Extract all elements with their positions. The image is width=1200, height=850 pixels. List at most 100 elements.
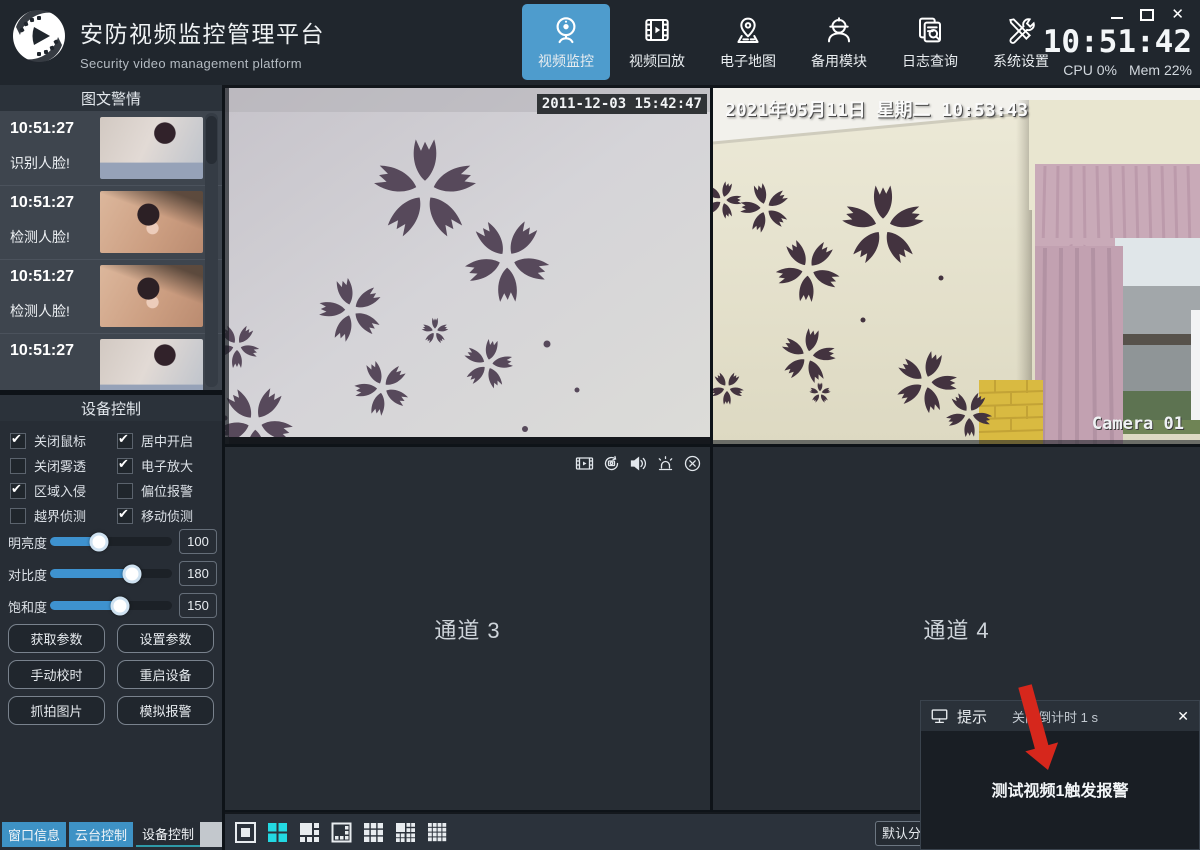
video-channel-2[interactable]: 2021年05月11日 星期二 10:53:43 Camera 01	[713, 88, 1200, 444]
simulate-alarm-button[interactable]: 模拟报警	[117, 696, 214, 725]
checkbox-icon[interactable]	[117, 458, 133, 474]
film-playback-icon	[641, 14, 673, 46]
tab-ptz-control[interactable]: 云台控制	[69, 822, 133, 847]
layout-1-icon[interactable]	[235, 822, 256, 843]
alarm-thumbnail[interactable]	[100, 117, 203, 179]
map-pin-icon	[732, 14, 764, 46]
worker-icon	[823, 14, 855, 46]
sidebar-tabs: 窗口信息 云台控制 设备控制	[2, 822, 200, 847]
checkbox-icon[interactable]	[10, 458, 26, 474]
alarm-list-item[interactable]: 10:51:27 识别人脸!	[0, 111, 222, 186]
channel2-timestamp: 2021年05月11日 星期二 10:53:43	[725, 96, 1028, 122]
slider-thumb[interactable]	[110, 596, 129, 615]
snapshot-icon[interactable]	[602, 454, 621, 473]
checkbox-cross-line[interactable]: 越界侦测	[10, 506, 86, 525]
close-circle-icon[interactable]	[683, 454, 702, 473]
contrast-slider-row: 对比度 180	[0, 561, 222, 585]
device-control-panel: 关闭鼠标 居中开启 关闭雾透 电子放大 区域入侵 偏位报警 越界侦测 移动侦测 …	[0, 421, 222, 850]
alarm-label: 检测人脸!	[10, 227, 70, 247]
alarm-time: 10:51:27	[10, 194, 74, 212]
reboot-device-button[interactable]: 重启设备	[117, 660, 214, 689]
nav-log-query[interactable]: 日志查询	[886, 4, 974, 80]
siren-icon[interactable]	[656, 454, 675, 473]
checkbox-icon[interactable]	[117, 508, 133, 524]
checkbox-icon[interactable]	[117, 433, 133, 449]
layout-6-icon[interactable]	[299, 822, 320, 843]
alarm-time: 10:51:27	[10, 342, 74, 360]
main-nav: 视频监控 视频回放 电子地图	[522, 4, 1065, 80]
manual-timing-button[interactable]: 手动校时	[8, 660, 105, 689]
channel1-video-frame	[225, 88, 710, 444]
channel1-timestamp: 2011-12-03 15:42:47	[537, 94, 707, 114]
layout-9-icon[interactable]	[363, 822, 384, 843]
maximize-icon[interactable]	[1140, 9, 1154, 21]
alarm-list-item[interactable]: 10:51:27	[0, 333, 222, 390]
brightness-slider[interactable]	[50, 537, 172, 546]
saturation-slider-row: 饱和度 150	[0, 593, 222, 617]
contrast-slider[interactable]	[50, 569, 172, 578]
page-title: 安防视频监控管理平台	[80, 15, 325, 49]
alarm-list-item[interactable]: 10:51:27 检测人脸!	[0, 185, 222, 260]
get-params-button[interactable]: 获取参数	[8, 624, 105, 653]
checkbox-close-mouse[interactable]: 关闭鼠标	[10, 431, 86, 450]
cpu-usage: CPU 0%	[1063, 62, 1117, 78]
checkbox-icon[interactable]	[10, 508, 26, 524]
slider-thumb[interactable]	[122, 564, 141, 583]
set-params-button[interactable]: 设置参数	[117, 624, 214, 653]
alarm-scrollbar[interactable]	[205, 113, 218, 387]
alarm-thumbnail[interactable]	[100, 265, 203, 327]
record-icon[interactable]	[575, 454, 594, 473]
saturation-value: 150	[179, 593, 217, 618]
scrollbar-thumb[interactable]	[206, 116, 217, 164]
video-channel-1[interactable]: 2011-12-03 15:42:47	[225, 88, 710, 444]
alarm-list: 10:51:27 识别人脸! 10:51:27 检测人脸! 10:51:27 检…	[0, 111, 222, 390]
nav-backup-module[interactable]: 备用模块	[795, 4, 883, 80]
nav-e-map[interactable]: 电子地图	[704, 4, 792, 80]
digital-clock: 10:51:42	[1043, 24, 1192, 60]
tab-window-info[interactable]: 窗口信息	[2, 822, 66, 847]
channel3-label: 通道 3	[225, 613, 710, 645]
checkbox-defog-off[interactable]: 关闭雾透	[10, 456, 86, 475]
layout-16-icon[interactable]	[427, 822, 448, 843]
checkbox-area-intrusion[interactable]: 区域入侵	[10, 481, 86, 500]
alarm-time: 10:51:27	[10, 268, 74, 286]
alarm-label: 识别人脸!	[10, 153, 70, 173]
checkbox-icon[interactable]	[10, 433, 26, 449]
speaker-icon[interactable]	[629, 454, 648, 473]
checkbox-icon[interactable]	[10, 483, 26, 499]
nav-video-playback[interactable]: 视频回放	[613, 4, 701, 80]
contrast-value: 180	[179, 561, 217, 586]
layout-8-icon[interactable]	[331, 822, 352, 843]
popup-countdown: 关闭倒计时 1 s	[1012, 707, 1098, 726]
alert-popup: 提示 关闭倒计时 1 s ✕ 测试视频1触发报警	[920, 700, 1200, 850]
slider-thumb[interactable]	[89, 532, 108, 551]
checkbox-center-open[interactable]: 居中开启	[117, 431, 193, 450]
tab-device-control[interactable]: 设备控制	[136, 822, 200, 847]
header-bar: 安防视频监控管理平台 Security video management pla…	[0, 0, 1200, 88]
brightness-slider-row: 明亮度 100	[0, 529, 222, 553]
system-stats: CPU 0% Mem 22%	[1063, 62, 1192, 78]
video-channel-3[interactable]: 通道 3	[225, 447, 710, 810]
window-controls: ✕	[1111, 8, 1184, 22]
snapshot-button[interactable]: 抓拍图片	[8, 696, 105, 725]
alarm-label: 检测人脸!	[10, 301, 70, 321]
title-block: 安防视频监控管理平台 Security video management pla…	[80, 15, 325, 71]
close-window-icon[interactable]: ✕	[1171, 8, 1184, 22]
alarm-list-item[interactable]: 10:51:27 检测人脸!	[0, 259, 222, 334]
minimize-icon[interactable]	[1111, 17, 1123, 19]
layout-4-icon[interactable]	[267, 822, 288, 843]
nav-video-monitor[interactable]: 视频监控	[522, 4, 610, 80]
brightness-value: 100	[179, 529, 217, 554]
alarm-thumbnail[interactable]	[100, 191, 203, 253]
alarm-thumbnail[interactable]	[100, 339, 203, 390]
log-search-icon	[914, 14, 946, 46]
checkbox-icon[interactable]	[117, 483, 133, 499]
checkbox-offset-alarm[interactable]: 偏位报警	[117, 481, 193, 500]
nav-label: 视频回放	[629, 51, 685, 71]
popup-close-icon[interactable]: ✕	[1177, 708, 1189, 725]
saturation-slider[interactable]	[50, 601, 172, 610]
camera-name-label: Camera 01	[1092, 414, 1184, 434]
layout-13-icon[interactable]	[395, 822, 416, 843]
checkbox-motion-detect[interactable]: 移动侦测	[117, 506, 193, 525]
checkbox-digital-zoom[interactable]: 电子放大	[117, 456, 193, 475]
